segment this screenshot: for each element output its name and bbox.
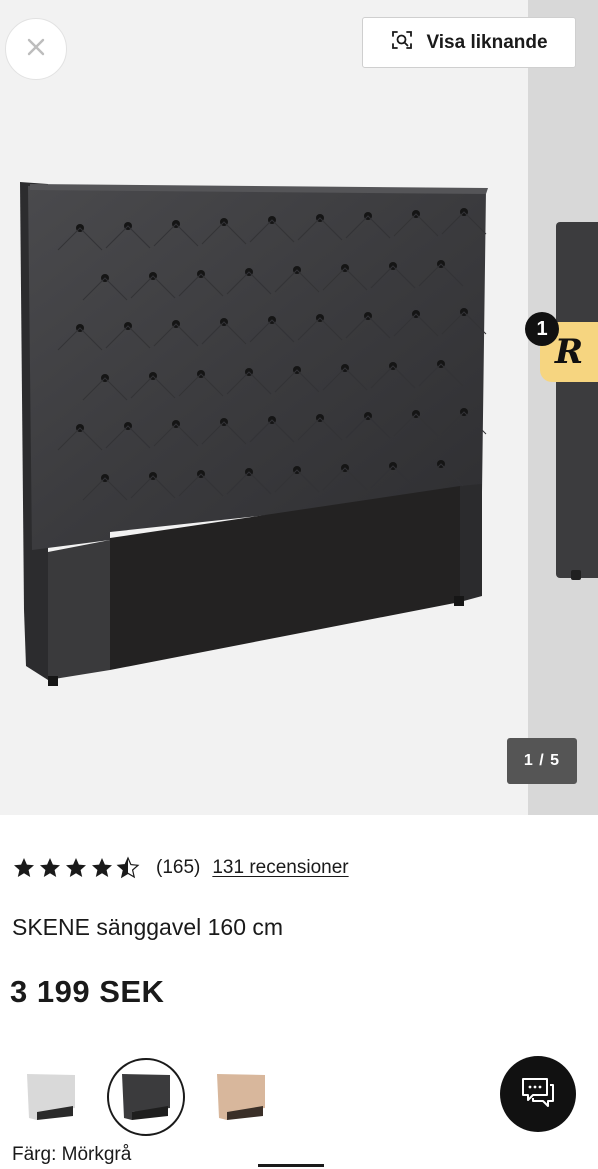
selected-color-label: Färg: Mörkgrå xyxy=(12,1144,132,1165)
color-swatch-beige[interactable] xyxy=(202,1058,280,1136)
image-counter: 1 / 5 xyxy=(507,738,577,784)
extension-badge-letter: R xyxy=(554,332,584,372)
star-icon xyxy=(40,858,60,877)
swatch-image-beige xyxy=(217,1074,265,1120)
show-similar-label: Visa liknande xyxy=(426,31,548,53)
star-icon xyxy=(66,858,86,877)
swatch-image-light-grey xyxy=(27,1074,75,1120)
star-rating[interactable] xyxy=(12,856,140,880)
next-image-preview xyxy=(556,222,598,578)
next-image-preview-foot xyxy=(571,570,581,580)
product-image-headboard xyxy=(20,182,488,686)
color-swatch-dark-grey[interactable] xyxy=(107,1058,185,1136)
visual-search-icon xyxy=(390,28,414,57)
rating-row: (165) 131 recensioner xyxy=(12,856,349,880)
notification-badge[interactable]: 1 xyxy=(525,312,559,346)
color-swatch-light-grey[interactable] xyxy=(12,1058,90,1136)
swatch-image-dark-grey xyxy=(122,1074,170,1120)
home-indicator xyxy=(258,1164,324,1167)
product-price: 3 199 SEK xyxy=(10,974,165,1009)
product-name: SKENE sänggavel 160 cm xyxy=(12,914,284,940)
chat-button[interactable] xyxy=(500,1056,576,1132)
star-icon xyxy=(92,858,112,877)
close-button[interactable] xyxy=(5,18,67,80)
show-similar-button[interactable]: Visa liknande xyxy=(362,17,576,68)
chat-icon xyxy=(519,1073,557,1116)
reviews-link[interactable]: 131 recensioner xyxy=(212,857,348,879)
rating-count: (165) xyxy=(156,857,201,878)
star-icon xyxy=(14,858,34,877)
product-image-gallery[interactable]: Visa liknande 1 R 1 / 5 xyxy=(0,0,598,815)
close-icon xyxy=(24,35,48,64)
half-star-icon xyxy=(116,856,140,879)
